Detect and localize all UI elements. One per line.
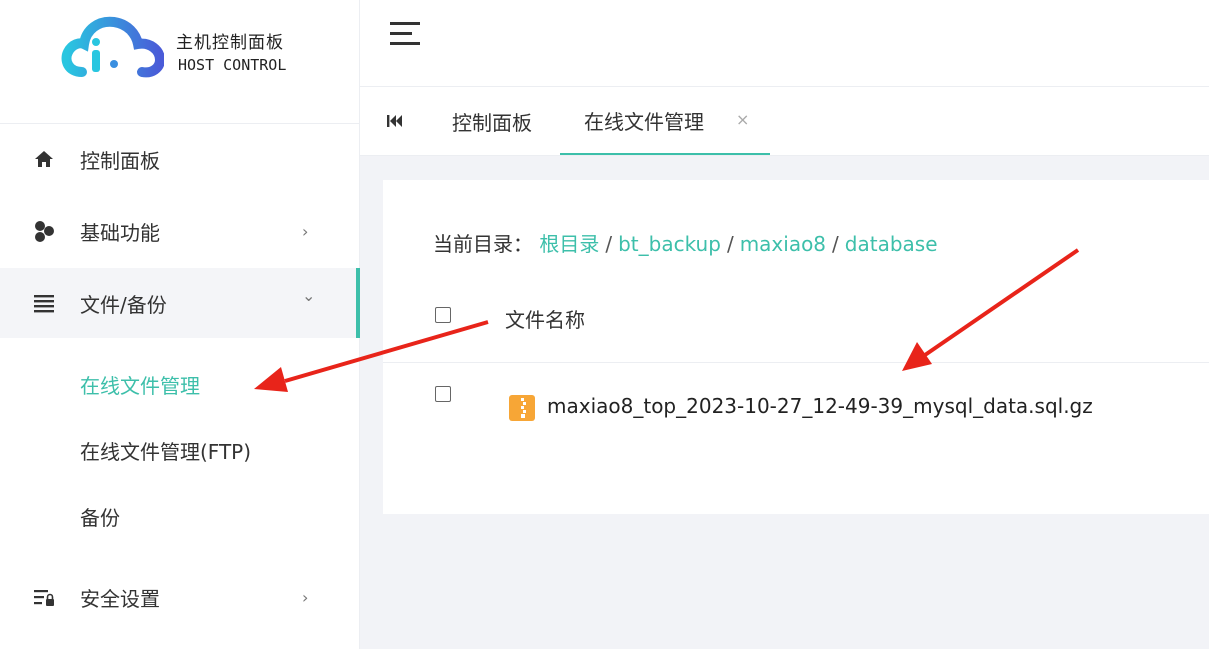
chevron-right-icon: › xyxy=(302,587,309,607)
logo-title-en: HOST CONTROL xyxy=(178,56,287,74)
logo-title-cn: 主机控制面板 xyxy=(176,33,284,53)
table-divider xyxy=(383,362,1209,363)
sidebar-item-label: 安全设置 xyxy=(80,586,160,611)
sidebar-item-label: 基础功能 xyxy=(80,220,160,245)
row-checkbox[interactable] xyxy=(435,386,451,402)
sidebar-item-label: 文件/备份 xyxy=(80,292,167,317)
chevron-down-icon: ⌄ xyxy=(302,286,316,305)
tab-bar: 控制面板 在线文件管理 × xyxy=(360,87,1209,156)
breadcrumb-root[interactable]: 根目录 xyxy=(539,232,599,256)
breadcrumb-bt-backup[interactable]: bt_backup xyxy=(618,232,721,256)
hamburger-menu-icon[interactable] xyxy=(390,22,420,46)
zip-file-icon xyxy=(509,395,535,421)
sidebar-subitem-online-file-manager[interactable]: 在线文件管理 xyxy=(0,354,360,414)
breadcrumb-separator: / xyxy=(605,232,613,256)
sidebar-subitem-online-file-manager-ftp[interactable]: 在线文件管理(FTP) xyxy=(0,420,360,480)
sidebar-item-security-settings[interactable]: 安全设置 › xyxy=(0,562,360,632)
sidebar-subitem-label: 在线文件管理(FTP) xyxy=(80,439,252,464)
security-settings-icon xyxy=(34,590,54,606)
cluster-icon xyxy=(35,221,54,242)
sidebar-subitem-label: 备份 xyxy=(80,505,120,530)
select-all-checkbox[interactable] xyxy=(435,307,451,323)
file-manager-panel: 当前目录： 根目录 / bt_backup / maxiao8/database 文件名… xyxy=(383,180,1209,514)
skip-to-first-icon[interactable] xyxy=(386,113,404,129)
sidebar-item-label: 控制面板 xyxy=(80,148,160,173)
breadcrumb-maxiao8[interactable]: maxiao8 xyxy=(740,232,826,256)
list-icon xyxy=(34,295,54,313)
sidebar-item-dashboard[interactable]: 控制面板 xyxy=(0,124,360,194)
logo[interactable]: 主机控制面板 HOST CONTROL xyxy=(60,14,300,84)
sidebar-subitem-backup[interactable]: 备份 xyxy=(0,486,360,546)
cloud-logo-icon xyxy=(61,16,164,78)
tab-label: 控制面板 xyxy=(452,110,532,135)
breadcrumb: 当前目录： 根目录 / bt_backup / maxiao8/database xyxy=(433,228,938,257)
column-header-file-name: 文件名称 xyxy=(505,308,585,332)
breadcrumb-prefix: 当前目录： xyxy=(433,232,533,256)
breadcrumb-database[interactable]: database xyxy=(845,232,938,256)
sidebar-item-basic-functions[interactable]: 基础功能 › xyxy=(0,196,360,266)
top-bar xyxy=(360,0,1209,87)
home-icon xyxy=(35,151,53,167)
sidebar: 主机控制面板 HOST CONTROL 控制面板 基础功能 › 文件/备份 ⌄ … xyxy=(0,0,360,649)
breadcrumb-separator: / xyxy=(832,232,839,256)
close-icon[interactable]: × xyxy=(736,110,749,129)
tab-dashboard[interactable]: 控制面板 xyxy=(452,87,532,155)
sidebar-subitem-label: 在线文件管理 xyxy=(80,373,200,398)
file-name-link[interactable]: maxiao8_top_2023-10-27_12-49-39_mysql_da… xyxy=(547,394,1093,418)
chevron-right-icon: › xyxy=(302,221,309,241)
sidebar-item-files-backup[interactable]: 文件/备份 ⌄ xyxy=(0,268,360,338)
breadcrumb-separator: / xyxy=(726,232,734,256)
tab-label: 在线文件管理 xyxy=(584,109,704,134)
